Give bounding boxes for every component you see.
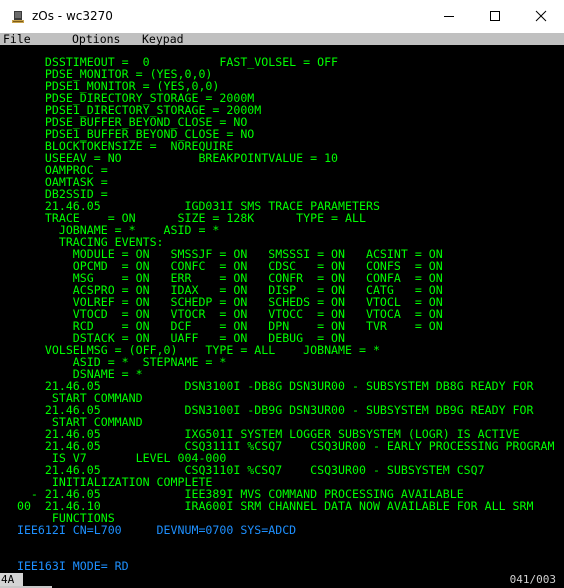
terminal-line: IEE612I CN=L700 DEVNUM=0700 SYS=ADCD bbox=[3, 523, 297, 537]
minimize-icon bbox=[443, 7, 455, 26]
close-button[interactable] bbox=[518, 0, 564, 33]
status-indicator: 4A bbox=[0, 573, 23, 587]
terminal-window: zOs - wc3270 File Options Keypad DSSTIME… bbox=[0, 0, 564, 588]
cursor-position: 041/003 bbox=[509, 573, 556, 586]
maximize-button[interactable] bbox=[472, 0, 518, 33]
window-title: zOs - wc3270 bbox=[32, 9, 113, 23]
close-icon bbox=[535, 7, 547, 26]
menu-bar: File Options Keypad bbox=[0, 32, 564, 46]
menu-options[interactable]: Options bbox=[72, 32, 120, 46]
title-bar[interactable]: zOs - wc3270 bbox=[0, 0, 564, 33]
terminal-app-icon bbox=[11, 9, 25, 23]
minimize-button[interactable] bbox=[426, 0, 472, 33]
menu-keypad[interactable]: Keypad bbox=[142, 32, 184, 46]
terminal-line: IEE163I MODE= RD bbox=[3, 559, 129, 573]
menu-file[interactable]: File bbox=[3, 32, 31, 46]
maximize-icon bbox=[489, 7, 501, 26]
status-line: 4A 041/003 bbox=[0, 572, 564, 588]
